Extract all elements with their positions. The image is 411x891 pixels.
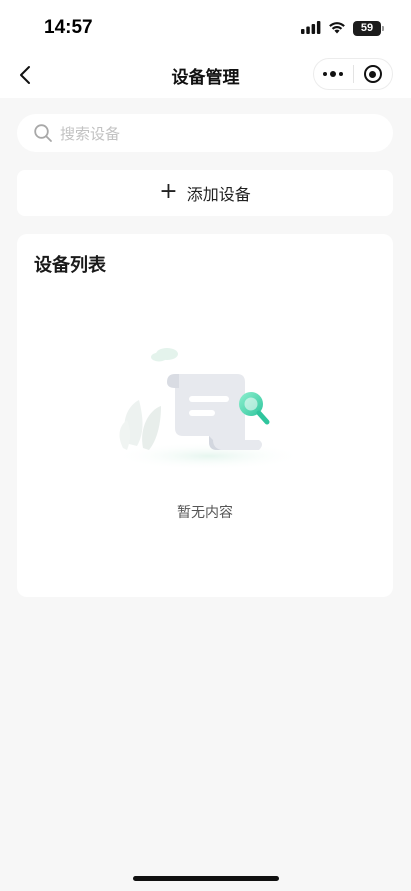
battery-level: 59 <box>360 22 374 34</box>
plus-icon: + <box>159 178 178 204</box>
home-indicator <box>133 876 279 881</box>
more-button[interactable] <box>314 59 353 89</box>
status-icons: 59 <box>301 19 384 38</box>
empty-state-illustration <box>109 344 309 474</box>
battery-icon: 59 <box>353 21 384 36</box>
close-button[interactable] <box>354 59 393 89</box>
device-list-card: 设备列表 暂无内容 <box>17 234 393 597</box>
more-dots-icon <box>323 71 344 77</box>
device-list-title: 设备列表 <box>34 255 106 276</box>
add-device-label: 添加设备 <box>186 185 251 204</box>
record-circle-icon <box>363 65 382 83</box>
cellular-signal-icon <box>301 19 321 38</box>
status-time: 14:57 <box>44 17 93 38</box>
search-input[interactable]: 搜索设备 <box>17 114 393 152</box>
nav-bar: 设备管理 <box>0 52 411 98</box>
add-device-button[interactable]: + 添加设备 <box>17 170 393 216</box>
mini-program-capsule <box>313 58 393 90</box>
wifi-icon <box>328 19 346 38</box>
status-bar: 14:57 59 <box>0 0 411 52</box>
search-placeholder: 搜索设备 <box>60 124 121 143</box>
empty-state-text: 暂无内容 <box>177 505 233 521</box>
search-icon <box>33 123 53 143</box>
